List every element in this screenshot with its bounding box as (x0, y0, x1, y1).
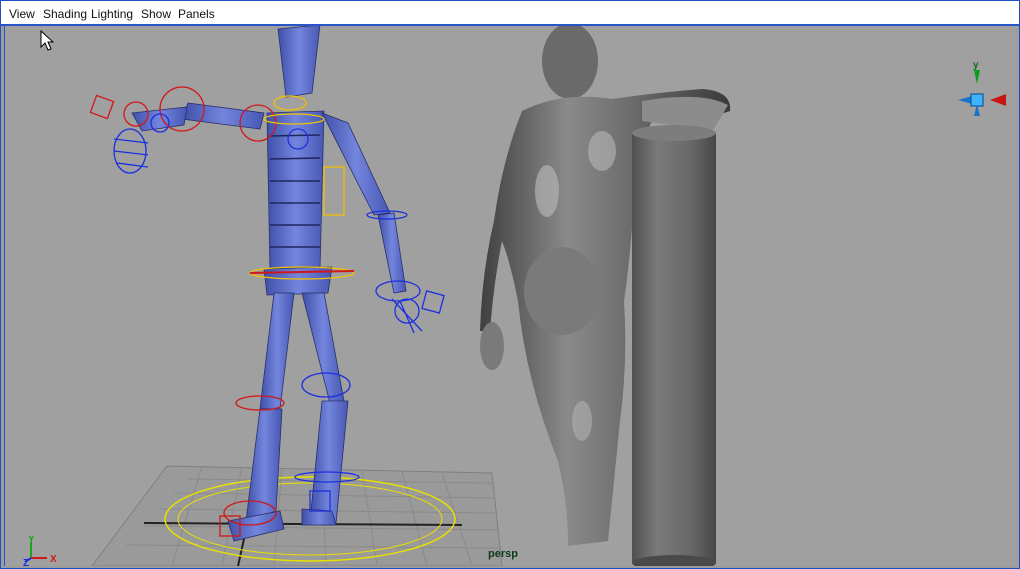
camera-label: persp (488, 548, 518, 560)
menu-shading[interactable]: Shading (43, 7, 87, 21)
rig-character (131, 26, 407, 542)
menu-show[interactable]: Show (141, 7, 171, 21)
maya-panel: View Shading Lighting Show Panels persp … (0, 0, 1020, 569)
perspective-viewport[interactable]: persp Y X Z y (4, 26, 1018, 566)
ground-grid (91, 465, 503, 566)
axis-indicator-icon: Y X Z (23, 536, 57, 566)
panel-menubar: View Shading Lighting Show Panels (1, 1, 1019, 26)
axis-z-label: Z (23, 558, 29, 566)
axis-x-label: X (50, 554, 57, 565)
mouse-cursor-icon (40, 30, 54, 51)
menu-panels[interactable]: Panels (178, 7, 215, 21)
axis-y-label: Y (28, 536, 35, 545)
menu-view[interactable]: View (9, 7, 35, 21)
view-compass-y-label: y (973, 60, 979, 71)
cylinder-pillar (632, 125, 716, 566)
view-compass-icon[interactable]: y (950, 56, 1016, 126)
scene-render (89, 26, 731, 566)
menu-lighting[interactable]: Lighting (91, 7, 133, 21)
